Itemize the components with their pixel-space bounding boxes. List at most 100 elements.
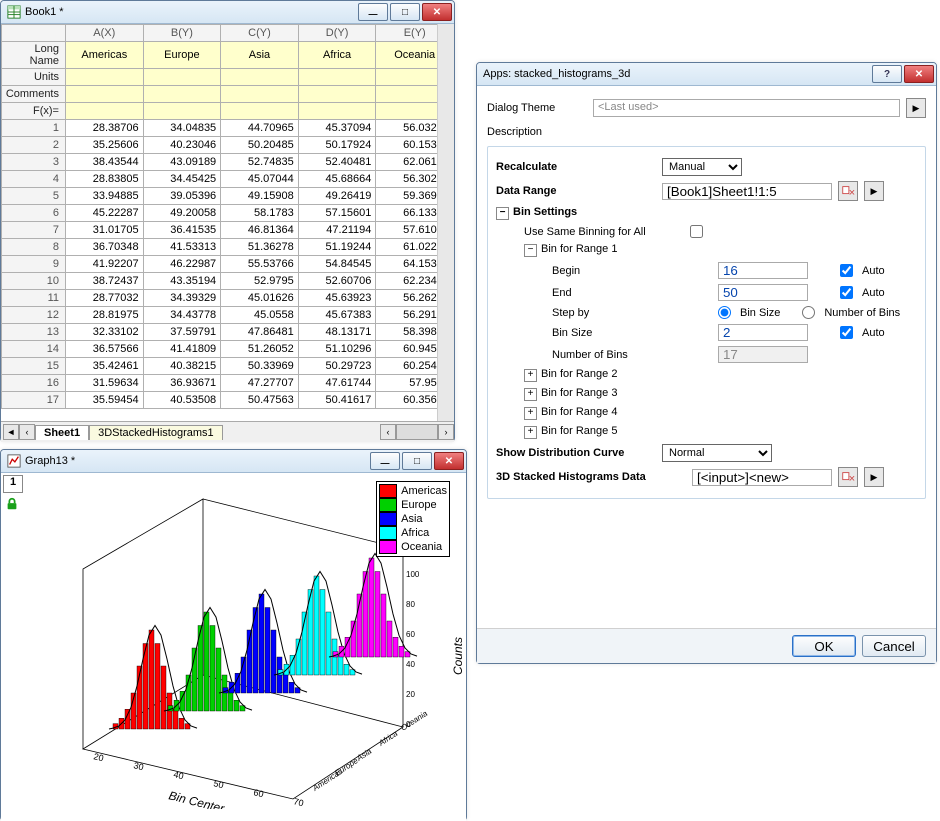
cell[interactable]: 47.61744 bbox=[298, 375, 376, 392]
cell[interactable] bbox=[298, 103, 376, 120]
row-index[interactable]: 14 bbox=[2, 341, 66, 358]
collapse-icon[interactable]: − bbox=[496, 207, 509, 220]
lock-icon[interactable] bbox=[3, 497, 23, 511]
cell[interactable] bbox=[66, 69, 144, 86]
stepby-binsize-radio[interactable] bbox=[718, 306, 731, 319]
collapse-icon[interactable]: − bbox=[524, 244, 537, 257]
row-index[interactable]: 3 bbox=[2, 154, 66, 171]
expand-icon[interactable]: + bbox=[524, 369, 537, 382]
cell[interactable] bbox=[143, 86, 221, 103]
cell[interactable]: 40.23046 bbox=[143, 137, 221, 154]
cell[interactable]: 39.05396 bbox=[143, 188, 221, 205]
binsize-auto-checkbox[interactable] bbox=[840, 326, 853, 339]
cell[interactable]: 38.72437 bbox=[66, 273, 144, 290]
cell[interactable]: 37.59791 bbox=[143, 324, 221, 341]
cell[interactable]: 34.04835 bbox=[143, 120, 221, 137]
hscroll-left[interactable]: ‹ bbox=[380, 424, 396, 440]
cell[interactable]: 51.36278 bbox=[221, 239, 299, 256]
hscroll-right[interactable]: › bbox=[438, 424, 454, 440]
cell[interactable] bbox=[298, 86, 376, 103]
begin-auto-checkbox[interactable] bbox=[840, 264, 853, 277]
cell[interactable]: 51.19244 bbox=[298, 239, 376, 256]
cell[interactable]: 44.70965 bbox=[221, 120, 299, 137]
cell[interactable]: 52.9795 bbox=[221, 273, 299, 290]
cell[interactable]: 36.41535 bbox=[143, 222, 221, 239]
cell[interactable] bbox=[221, 86, 299, 103]
cell[interactable]: 35.42461 bbox=[66, 358, 144, 375]
cell[interactable]: 50.29723 bbox=[298, 358, 376, 375]
row-index[interactable]: 8 bbox=[2, 239, 66, 256]
use-same-binning-checkbox[interactable] bbox=[690, 225, 703, 238]
cell[interactable]: 41.53313 bbox=[143, 239, 221, 256]
close-button[interactable] bbox=[422, 3, 452, 21]
cell[interactable] bbox=[66, 86, 144, 103]
cell[interactable] bbox=[143, 103, 221, 120]
cell[interactable]: 28.83805 bbox=[66, 171, 144, 188]
cell[interactable]: 36.93671 bbox=[143, 375, 221, 392]
cell[interactable]: 51.10296 bbox=[298, 341, 376, 358]
hscroll-track[interactable] bbox=[396, 424, 438, 440]
cell[interactable]: 49.20058 bbox=[143, 205, 221, 222]
cell[interactable]: 55.53766 bbox=[221, 256, 299, 273]
column-header[interactable]: A(X) bbox=[66, 25, 144, 42]
column-header[interactable] bbox=[2, 25, 66, 42]
row-index[interactable]: 15 bbox=[2, 358, 66, 375]
cell[interactable]: 31.59634 bbox=[66, 375, 144, 392]
cell[interactable]: 49.15908 bbox=[221, 188, 299, 205]
maximize-button[interactable] bbox=[390, 3, 420, 21]
recalculate-select[interactable]: Manual bbox=[662, 158, 742, 176]
expand-icon[interactable]: + bbox=[524, 388, 537, 401]
cell[interactable]: 50.20485 bbox=[221, 137, 299, 154]
tab-scroll-prev[interactable]: ‹ bbox=[19, 424, 35, 440]
cell[interactable] bbox=[221, 103, 299, 120]
row-index[interactable]: 11 bbox=[2, 290, 66, 307]
row-index[interactable]: 4 bbox=[2, 171, 66, 188]
range-picker-button[interactable] bbox=[838, 181, 858, 201]
cell[interactable]: 50.33969 bbox=[221, 358, 299, 375]
hist-data-input[interactable] bbox=[692, 469, 832, 486]
cell[interactable]: 50.47563 bbox=[221, 392, 299, 409]
row-index[interactable]: 13 bbox=[2, 324, 66, 341]
cell[interactable]: 52.40481 bbox=[298, 154, 376, 171]
graph-titlebar[interactable]: Graph13 * bbox=[1, 450, 466, 473]
end-input[interactable] bbox=[718, 284, 808, 301]
row-index[interactable]: 9 bbox=[2, 256, 66, 273]
row-index[interactable]: 17 bbox=[2, 392, 66, 409]
workbook-titlebar[interactable]: Book1 * bbox=[1, 1, 454, 24]
cell[interactable]: 43.09189 bbox=[143, 154, 221, 171]
cell[interactable]: 32.33102 bbox=[66, 324, 144, 341]
cell[interactable]: 45.37094 bbox=[298, 120, 376, 137]
cell[interactable]: 46.81364 bbox=[221, 222, 299, 239]
column-header[interactable]: D(Y) bbox=[298, 25, 376, 42]
cell[interactable] bbox=[298, 69, 376, 86]
cell[interactable]: 57.15601 bbox=[298, 205, 376, 222]
cell[interactable]: 45.01626 bbox=[221, 290, 299, 307]
cell[interactable] bbox=[221, 69, 299, 86]
cell[interactable]: 45.07044 bbox=[221, 171, 299, 188]
binsize-input[interactable] bbox=[718, 324, 808, 341]
column-header[interactable]: C(Y) bbox=[221, 25, 299, 42]
graph-canvas[interactable]: 1 Bin Center 203040506070 AmericasEurope… bbox=[1, 473, 466, 821]
row-index[interactable]: 2 bbox=[2, 137, 66, 154]
close-button[interactable] bbox=[904, 65, 934, 83]
expand-icon[interactable]: + bbox=[524, 407, 537, 420]
help-button[interactable] bbox=[872, 65, 902, 83]
minimize-button[interactable] bbox=[370, 452, 400, 470]
cancel-button[interactable]: Cancel bbox=[862, 635, 926, 657]
cell[interactable]: 50.41617 bbox=[298, 392, 376, 409]
cell[interactable]: 38.43544 bbox=[66, 154, 144, 171]
row-index[interactable]: 1 bbox=[2, 120, 66, 137]
row-index[interactable]: 7 bbox=[2, 222, 66, 239]
row-index[interactable]: 10 bbox=[2, 273, 66, 290]
cell[interactable]: 36.70348 bbox=[66, 239, 144, 256]
cell[interactable]: 28.77032 bbox=[66, 290, 144, 307]
cell[interactable]: 45.68664 bbox=[298, 171, 376, 188]
cell[interactable]: 51.26052 bbox=[221, 341, 299, 358]
cell[interactable] bbox=[66, 103, 144, 120]
cell[interactable]: 34.45425 bbox=[143, 171, 221, 188]
maximize-button[interactable] bbox=[402, 452, 432, 470]
cell[interactable]: 49.26419 bbox=[298, 188, 376, 205]
cell[interactable]: Asia bbox=[221, 42, 299, 69]
cell[interactable]: 36.57566 bbox=[66, 341, 144, 358]
data-range-input[interactable] bbox=[662, 183, 832, 200]
